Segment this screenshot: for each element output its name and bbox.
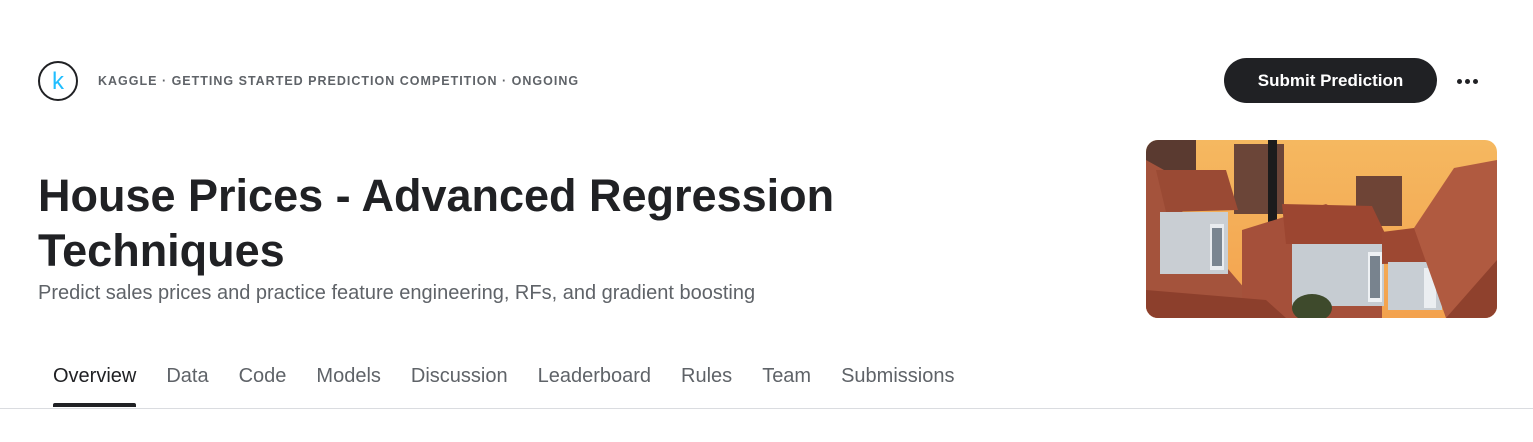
tab-overview[interactable]: Overview [38, 357, 151, 407]
tab-models[interactable]: Models [301, 357, 395, 407]
page-title: House Prices - Advanced Regression Techn… [38, 170, 835, 276]
tab-submissions[interactable]: Submissions [826, 357, 969, 407]
competition-page: k KAGGLE · GETTING STARTED PREDICTION CO… [0, 0, 1533, 442]
tab-discussion[interactable]: Discussion [396, 357, 523, 407]
svg-text:k: k [52, 68, 65, 94]
rooftops-illustration [1146, 140, 1497, 318]
tab-data[interactable]: Data [151, 357, 223, 407]
competition-tabs: Overview Data Code Models Discussion Lea… [38, 357, 969, 409]
competition-header-image [1146, 140, 1497, 318]
page-subtitle: Predict sales prices and practice featur… [38, 282, 756, 304]
tab-rules[interactable]: Rules [666, 357, 747, 407]
tab-code[interactable]: Code [224, 357, 302, 407]
submit-prediction-button[interactable]: Submit Prediction [1224, 58, 1437, 103]
more-options-icon[interactable] [1450, 64, 1484, 98]
tab-team[interactable]: Team [747, 357, 826, 407]
tab-leaderboard[interactable]: Leaderboard [523, 357, 666, 407]
kaggle-logo-icon[interactable]: k [38, 61, 78, 101]
competition-meta: KAGGLE · GETTING STARTED PREDICTION COMP… [98, 74, 580, 88]
tabs-divider [0, 408, 1533, 409]
